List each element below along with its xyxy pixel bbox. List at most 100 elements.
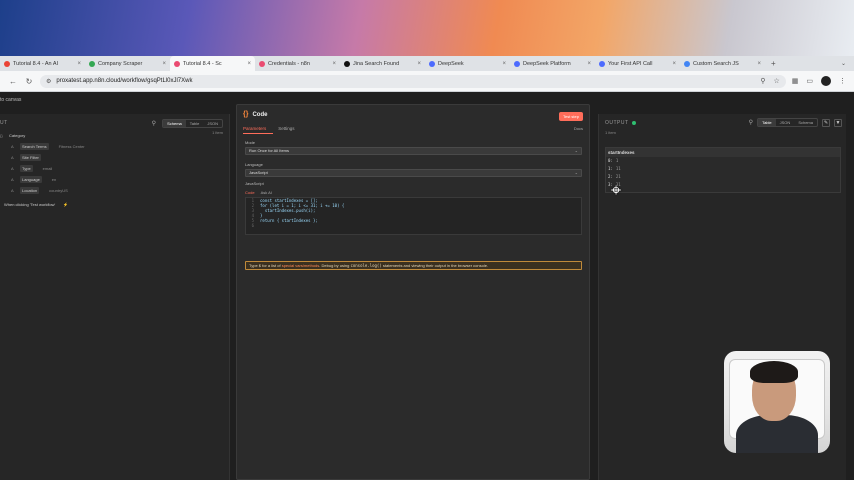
tab-settings[interactable]: Settings — [278, 126, 294, 131]
output-panel-title: OUTPUT — [605, 120, 636, 126]
output-row[interactable]: 1: 11 — [606, 165, 840, 173]
trigger-node-row[interactable]: When clicking 'Test workflow' ⚡ — [0, 199, 85, 210]
tab-close-icon[interactable]: × — [587, 61, 591, 67]
search-icon[interactable]: ⚲ — [749, 119, 753, 126]
schema-field-row[interactable]: A Type email — [0, 163, 85, 174]
bookmark-star-icon[interactable]: ☆ — [773, 77, 779, 85]
webcam-overlay — [724, 351, 830, 453]
output-row-index: 0 — [608, 158, 611, 163]
output-view-table[interactable]: Table — [758, 119, 776, 126]
tab-close-icon[interactable]: × — [332, 61, 336, 67]
extensions-icon[interactable]: ▦ — [792, 77, 799, 85]
field-value: en — [51, 177, 57, 182]
field-key[interactable]: Search Terms — [20, 143, 49, 150]
tab-close-icon[interactable]: × — [247, 61, 251, 67]
browser-tab-bar: Tutorial 8.4 - An AI × Company Scraper × Tut… — [0, 56, 854, 71]
tab-close-icon[interactable]: × — [162, 61, 166, 67]
language-value: JavaScript — [249, 170, 268, 175]
address-bar: ← ↻ ⚙ proxatest.app.n8n.cloud/workflow/g… — [0, 71, 854, 92]
profile-avatar[interactable] — [821, 76, 831, 86]
tab-favicon-icon — [514, 60, 520, 67]
schema-field-row[interactable]: A Site Filter — [0, 152, 85, 163]
field-key[interactable]: Location — [20, 187, 40, 194]
output-row[interactable]: 2: 21 — [606, 173, 840, 181]
sidebar-icon[interactable]: ▭ — [806, 77, 813, 85]
tab-close-icon[interactable]: × — [77, 61, 81, 67]
back-arrow-icon[interactable]: ← — [8, 77, 18, 86]
output-row[interactable]: 0: 1 — [606, 157, 840, 165]
schema-field-row[interactable]: A Location countryUS — [0, 185, 85, 196]
tab-ask-ai[interactable]: Ask AI — [261, 190, 272, 195]
tab-parameters[interactable]: Parameters — [243, 126, 266, 131]
hint-code: console.log() — [350, 263, 382, 268]
output-row-index: 2 — [608, 174, 611, 179]
tab-title: Jina Search Found — [353, 60, 400, 67]
browser-tab[interactable]: Company Scraper × — [85, 57, 170, 70]
browser-tab[interactable]: Tutorial 8.4 - Sc × — [170, 56, 255, 71]
code-text: startIndexes.push(i); — [260, 208, 316, 213]
tab-title: Your First API Call — [608, 60, 653, 67]
code-node-panel: {} Code Test step Docs Parameters Settin… — [236, 104, 590, 480]
output-view-json[interactable]: JSON — [776, 119, 795, 126]
language-select[interactable]: JavaScript ⌄ — [245, 169, 582, 177]
tab-close-icon[interactable]: × — [672, 61, 676, 67]
mode-select[interactable]: Run Once for All Items ⌄ — [245, 147, 582, 155]
browser-tab[interactable]: DeepSeek Platform × — [510, 57, 595, 70]
back-to-canvas-link[interactable]: to canvas — [0, 97, 21, 103]
trigger-node-label: When clicking 'Test workflow' — [4, 202, 56, 207]
field-type-icon: A — [11, 166, 14, 171]
text-cursor-icon: ⌖ — [611, 180, 622, 200]
tab-close-icon[interactable]: × — [417, 61, 421, 67]
special-vars-link[interactable]: special vars/methods — [282, 263, 320, 268]
field-key[interactable]: Category — [9, 133, 25, 138]
chevron-down-icon: ⌄ — [574, 148, 578, 153]
search-icon[interactable]: ⚲ — [152, 120, 156, 127]
field-value: Fitness Center — [58, 144, 85, 149]
input-view-json[interactable]: JSON — [203, 120, 222, 127]
menu-dots-icon[interactable]: ⋮ — [839, 77, 846, 85]
input-view-schema[interactable]: Schema — [163, 120, 186, 127]
tab-close-icon[interactable]: × — [502, 61, 506, 67]
site-info-icon[interactable]: ⚙ — [46, 78, 51, 85]
input-view-table[interactable]: Table — [186, 120, 204, 127]
field-key[interactable]: Language — [20, 176, 42, 183]
tab-code[interactable]: Code — [245, 190, 255, 195]
schema-field-row[interactable]: {} Category — [0, 130, 85, 141]
code-editor[interactable]: 1 const startIndexes = []; 2 for (let i = 1… — [245, 197, 582, 235]
url-field[interactable]: ⚙ proxatest.app.n8n.cloud/workflow/gsqPt… — [40, 74, 786, 88]
output-view-schema[interactable]: Schema — [794, 119, 817, 126]
browser-tab[interactable]: Tutorial 8.4 - An AI × — [0, 57, 85, 70]
n8n-app: to canvas UT ⚲ Schema Table JSON 1 item {}… — [0, 92, 854, 480]
zoom-icon[interactable]: ⚲ — [760, 77, 765, 85]
hint-suffix: statements and viewing their output in t… — [382, 263, 489, 268]
new-tab-button[interactable]: + — [765, 59, 782, 68]
docs-link[interactable]: Docs — [574, 126, 583, 131]
field-key[interactable]: Site Filter — [20, 154, 41, 161]
reload-icon[interactable]: ↻ — [24, 77, 34, 86]
tab-title: Custom Search JS — [693, 60, 739, 67]
browser-tab[interactable]: Credentials - n8n × — [255, 57, 340, 70]
output-row-index: 1 — [608, 166, 611, 171]
schema-field-row[interactable]: A Search Terms Fitness Center — [0, 141, 85, 152]
hint-prefix: Type $ for a list of — [249, 263, 281, 268]
output-column-header: startIndexes — [606, 148, 840, 157]
browser-tab[interactable]: Jina Search Found × — [340, 57, 425, 70]
desktop-wallpaper — [0, 0, 854, 56]
field-key[interactable]: Type — [20, 165, 33, 172]
test-step-button[interactable]: Test step — [558, 112, 583, 121]
tab-close-icon[interactable]: × — [757, 61, 761, 67]
browser-tab[interactable]: Custom Search JS × — [680, 57, 765, 70]
output-row[interactable]: 3: 31 — [606, 181, 840, 189]
schema-field-row[interactable]: A Language en — [0, 174, 85, 185]
code-line: 6 — [246, 223, 581, 228]
tab-title: Credentials - n8n — [268, 60, 310, 67]
active-tab-indicator — [243, 133, 273, 134]
browser-tab[interactable]: Your First API Call × — [595, 57, 680, 70]
browser-tab[interactable]: DeepSeek × — [425, 57, 510, 70]
tab-list-chevron-icon[interactable]: ⌄ — [841, 60, 854, 67]
output-row-value: 1 — [615, 158, 619, 163]
input-panel: UT ⚲ Schema Table JSON 1 item {} Category A S… — [0, 114, 230, 480]
pin-icon[interactable]: ▼ — [834, 118, 842, 127]
tab-title: DeepSeek Platform — [523, 60, 571, 67]
edit-icon[interactable]: ✎ — [822, 118, 830, 127]
